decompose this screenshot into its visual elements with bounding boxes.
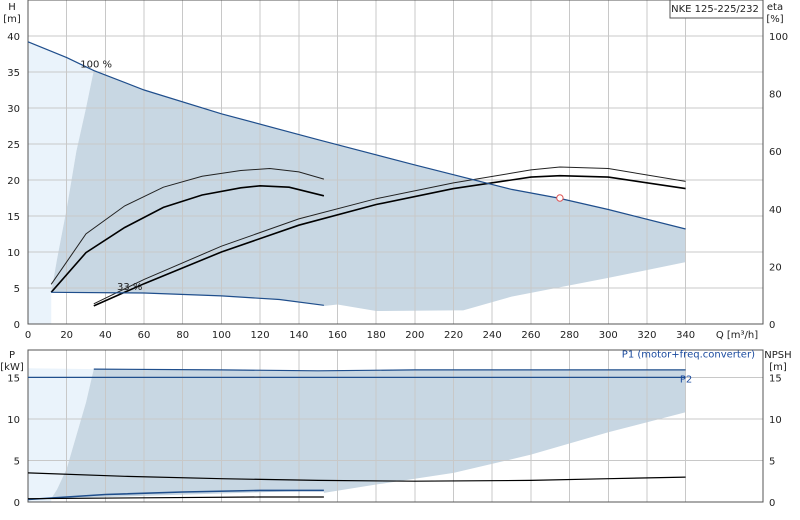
qh-xtick: 280	[560, 330, 579, 341]
qh-xtick: 180	[367, 330, 386, 341]
qh-annotation: 100 %	[80, 60, 112, 71]
qh-xtick: 20	[60, 330, 73, 341]
qh-ytick: 0	[14, 320, 20, 331]
qh-xtick: 80	[176, 330, 189, 341]
p-legend-label: P2	[680, 374, 692, 385]
qh-xtick: 0	[25, 330, 31, 341]
qh-xtick: 120	[251, 330, 270, 341]
qh-ylabel-unit: [m]	[3, 14, 21, 25]
qh-xtick: 40	[99, 330, 112, 341]
qh-xtick: 320	[637, 330, 656, 341]
qh-xlabel: Q [m³/h]	[716, 330, 758, 341]
eta-ytick: 0	[769, 320, 775, 331]
eta-ytick: 60	[769, 147, 782, 158]
p-ytick: 15	[7, 373, 20, 384]
qh-ytick: 35	[7, 68, 20, 79]
qh-ytick: 5	[14, 284, 20, 295]
eta-ylabel-unit: [%]	[766, 14, 783, 25]
qh-xtick: 60	[138, 330, 151, 341]
p-ylabel-unit: [kW]	[0, 362, 24, 373]
p-legend-label: P1 (motor+freq.converter)	[622, 349, 755, 360]
npsh-ytick: 10	[769, 415, 782, 426]
p-ytick: 10	[7, 415, 20, 426]
qh-xtick: 240	[483, 330, 502, 341]
qh-xtick: 260	[521, 330, 540, 341]
operating-point	[556, 194, 564, 202]
qh-xtick: 200	[405, 330, 424, 341]
qh-ytick: 25	[7, 140, 20, 151]
npsh-ylabel-unit: [m]	[769, 362, 787, 373]
qh-xtick: 100	[212, 330, 231, 341]
p-ytick: 0	[14, 498, 20, 509]
p-ylabel: P	[9, 350, 15, 361]
qh-xtick: 340	[676, 330, 695, 341]
qh-xtick: 220	[444, 330, 463, 341]
npsh-ytick: 0	[769, 498, 775, 509]
qh-xtick: 160	[328, 330, 347, 341]
eta-ytick: 40	[769, 205, 782, 216]
qh-envelope	[51, 70, 686, 312]
eta-ylabel: eta	[767, 2, 783, 13]
eta-ytick: 100	[769, 32, 788, 43]
qh-ytick: 40	[7, 32, 20, 43]
qh-ylabel: H	[8, 2, 16, 13]
qh-xtick: 300	[599, 330, 618, 341]
pump-curve-chart: 0 20 40 60 80 100 120 140 160 180 200 220 240 260 280 3…	[0, 0, 792, 509]
eta-ytick: 20	[769, 262, 782, 273]
qh-ytick: 20	[7, 176, 20, 187]
npsh-ylabel: NPSH	[764, 350, 791, 361]
qh-xtick: 140	[289, 330, 308, 341]
qh-ytick: 15	[7, 212, 20, 223]
eta-ytick: 80	[769, 90, 782, 101]
npsh-ytick: 5	[769, 456, 775, 467]
npsh-ytick: 15	[769, 373, 782, 384]
p-ytick: 5	[14, 456, 20, 467]
chart-title: NKE 125-225/232	[671, 4, 759, 15]
qh-ytick: 30	[7, 104, 20, 115]
qh-ytick: 10	[7, 248, 20, 259]
qh-annotation: 33 %	[117, 282, 142, 293]
